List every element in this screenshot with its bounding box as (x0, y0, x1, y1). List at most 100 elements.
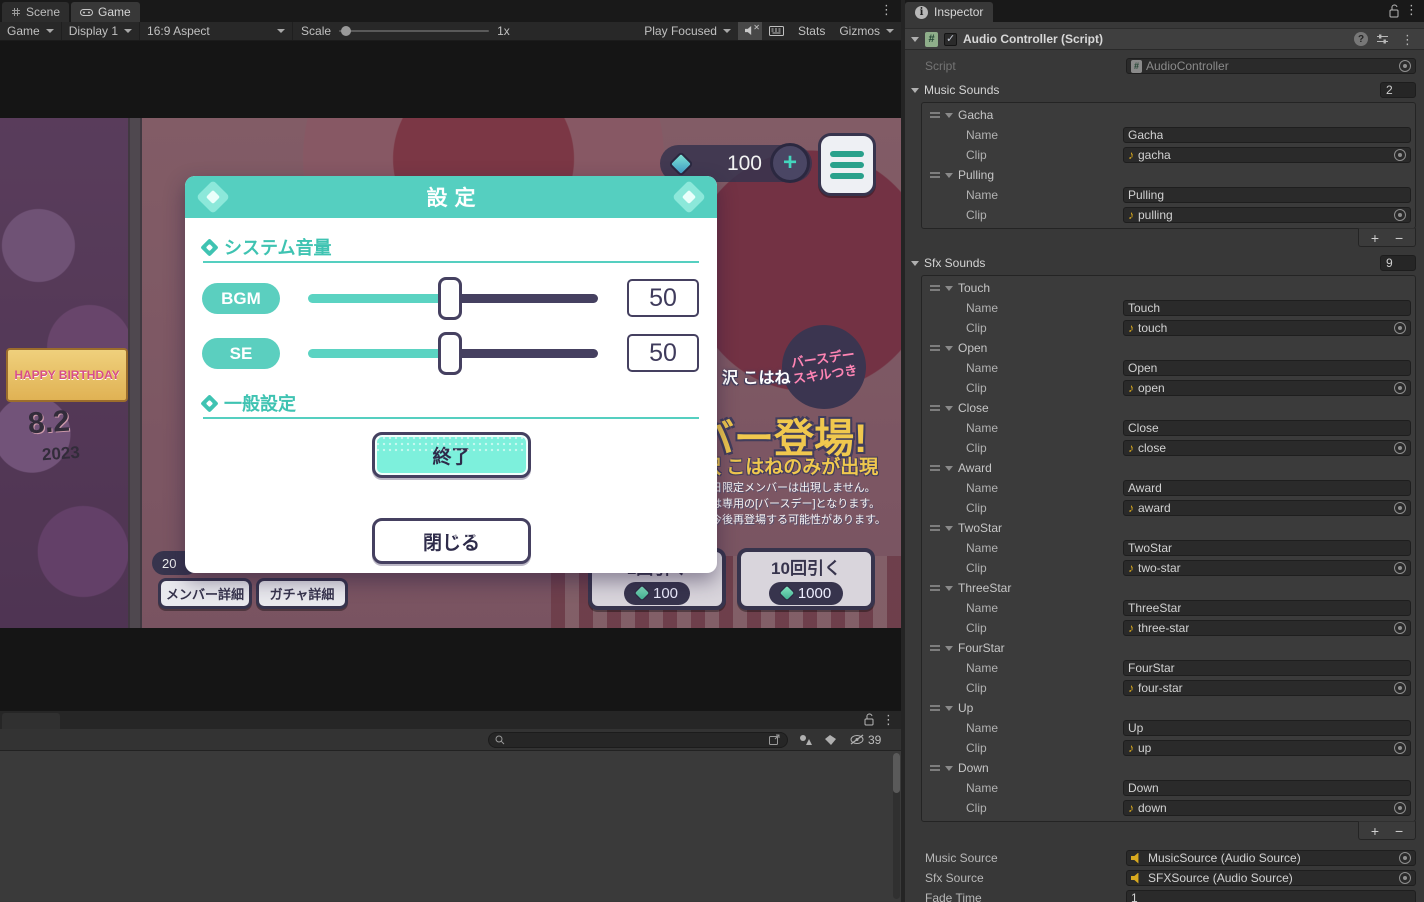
foldout-icon[interactable] (945, 765, 953, 771)
script-field[interactable]: # AudioController (1126, 58, 1416, 74)
music-sounds-row[interactable]: Music Sounds 2 (905, 80, 1424, 100)
close-button[interactable]: 閉じる (372, 518, 531, 564)
foldout-icon[interactable] (911, 260, 919, 266)
gacha-detail-button[interactable]: ガチャ詳細 (256, 578, 348, 609)
component-header[interactable]: # Audio Controller (Script) ? ⋮ (905, 28, 1424, 50)
name-field[interactable]: Award (1123, 480, 1411, 496)
array-element-header[interactable]: Gacha (922, 106, 1413, 124)
filter-by-type-icon[interactable] (794, 732, 817, 748)
foldout-icon[interactable] (945, 525, 953, 531)
object-picker-icon[interactable] (1399, 852, 1411, 864)
name-field[interactable]: Pulling (1123, 187, 1411, 203)
vsync-keyboard-button[interactable] (762, 22, 791, 40)
display-dropdown[interactable]: Display 1 (62, 22, 139, 40)
se-slider-thumb[interactable] (438, 332, 463, 375)
clip-field[interactable]: ♪ four-star (1123, 680, 1411, 696)
open-search-window-icon[interactable] (769, 734, 781, 745)
object-picker-icon[interactable] (1394, 742, 1406, 754)
foldout-icon[interactable] (945, 112, 953, 118)
scale-slider[interactable] (339, 26, 490, 36)
object-picker-icon[interactable] (1394, 502, 1406, 514)
array-element-header[interactable]: TwoStar (922, 519, 1413, 537)
sfx-sounds-row[interactable]: Sfx Sounds 9 (905, 253, 1424, 273)
object-picker-icon[interactable] (1399, 872, 1411, 884)
inspector-menu-icon[interactable]: ⋮ (1401, 3, 1422, 16)
object-picker-icon[interactable] (1394, 149, 1406, 161)
name-field[interactable]: Open (1123, 360, 1411, 376)
name-field[interactable]: ThreeStar (1123, 600, 1411, 616)
array-element-header[interactable]: FourStar (922, 639, 1413, 657)
object-picker-icon[interactable] (1394, 322, 1406, 334)
sfx-sounds-count-field[interactable]: 9 (1380, 255, 1416, 271)
drag-handle-icon[interactable] (930, 465, 940, 471)
clip-field[interactable]: ♪ open (1123, 380, 1411, 396)
foldout-icon[interactable] (945, 172, 953, 178)
clip-field[interactable]: ♪ award (1123, 500, 1411, 516)
display-target-dropdown[interactable]: Game (0, 22, 61, 40)
foldout-icon[interactable] (945, 645, 953, 651)
name-field[interactable]: TwoStar (1123, 540, 1411, 556)
add-element-button[interactable]: + (1367, 824, 1383, 838)
object-picker-icon[interactable] (1394, 562, 1406, 574)
object-picker-icon[interactable] (1394, 209, 1406, 221)
music-source-field[interactable]: MusicSource (Audio Source) (1126, 850, 1416, 866)
play-focused-dropdown[interactable]: Play Focused (637, 22, 738, 40)
name-field[interactable]: Close (1123, 420, 1411, 436)
drag-handle-icon[interactable] (930, 645, 940, 651)
clip-field[interactable]: ♪ gacha (1123, 147, 1411, 163)
bgm-slider-thumb[interactable] (438, 277, 463, 320)
remove-element-button[interactable]: − (1391, 824, 1407, 838)
array-element-header[interactable]: Open (922, 339, 1413, 357)
hidden-count-toggle[interactable]: 39 (844, 731, 886, 749)
object-picker-icon[interactable] (1394, 382, 1406, 394)
component-menu-icon[interactable]: ⋮ (1397, 33, 1418, 46)
array-element-header[interactable]: Down (922, 759, 1413, 777)
pull-ten-button[interactable]: 10回引く 1000 (737, 548, 875, 610)
foldout-icon[interactable] (945, 585, 953, 591)
game-panel-menu-icon[interactable]: ⋮ (876, 3, 897, 16)
drag-handle-icon[interactable] (930, 405, 940, 411)
scrollbar-thumb[interactable] (893, 753, 900, 793)
bgm-slider[interactable] (308, 277, 598, 320)
remove-element-button[interactable]: − (1391, 231, 1407, 245)
name-field[interactable]: Down (1123, 780, 1411, 796)
drag-handle-icon[interactable] (930, 765, 940, 771)
aspect-dropdown[interactable]: 16:9 Aspect (140, 22, 292, 40)
sfx-source-field[interactable]: SFXSource (Audio Source) (1126, 870, 1416, 886)
bgm-value-field[interactable]: 50 (627, 279, 699, 317)
object-picker-icon[interactable] (1394, 442, 1406, 454)
object-picker-icon[interactable] (1394, 622, 1406, 634)
array-element-header[interactable]: Award (922, 459, 1413, 477)
array-element-header[interactable]: Touch (922, 279, 1413, 297)
drag-handle-icon[interactable] (930, 525, 940, 531)
drag-handle-icon[interactable] (930, 705, 940, 711)
object-picker-icon[interactable] (1399, 60, 1411, 72)
drag-handle-icon[interactable] (930, 112, 940, 118)
foldout-icon[interactable] (945, 705, 953, 711)
clip-field[interactable]: ♪ pulling (1123, 207, 1411, 223)
foldout-icon[interactable] (911, 36, 919, 42)
bottom-panel-tab[interactable] (2, 713, 60, 729)
array-element-header[interactable]: Up (922, 699, 1413, 717)
tab-game[interactable]: Game (71, 2, 140, 22)
clip-field[interactable]: ♪ three-star (1123, 620, 1411, 636)
member-detail-button[interactable]: メンバー詳細 (158, 578, 252, 609)
help-icon[interactable]: ? (1354, 32, 1368, 46)
drag-handle-icon[interactable] (930, 345, 940, 351)
clip-field[interactable]: ♪ touch (1123, 320, 1411, 336)
array-element-header[interactable]: ThreeStar (922, 579, 1413, 597)
add-currency-button[interactable]: + (770, 143, 810, 183)
foldout-icon[interactable] (945, 465, 953, 471)
drag-handle-icon[interactable] (930, 585, 940, 591)
name-field[interactable]: Touch (1123, 300, 1411, 316)
array-element-header[interactable]: Pulling (922, 166, 1413, 184)
scale-slider-thumb[interactable] (341, 26, 352, 36)
foldout-icon[interactable] (945, 345, 953, 351)
object-picker-icon[interactable] (1394, 802, 1406, 814)
stats-button[interactable]: Stats (791, 22, 832, 40)
music-sounds-count-field[interactable]: 2 (1380, 82, 1416, 98)
search-input[interactable] (488, 731, 788, 748)
tab-scene[interactable]: Scene (2, 2, 70, 22)
se-slider[interactable] (308, 332, 598, 375)
name-field[interactable]: Gacha (1123, 127, 1411, 143)
